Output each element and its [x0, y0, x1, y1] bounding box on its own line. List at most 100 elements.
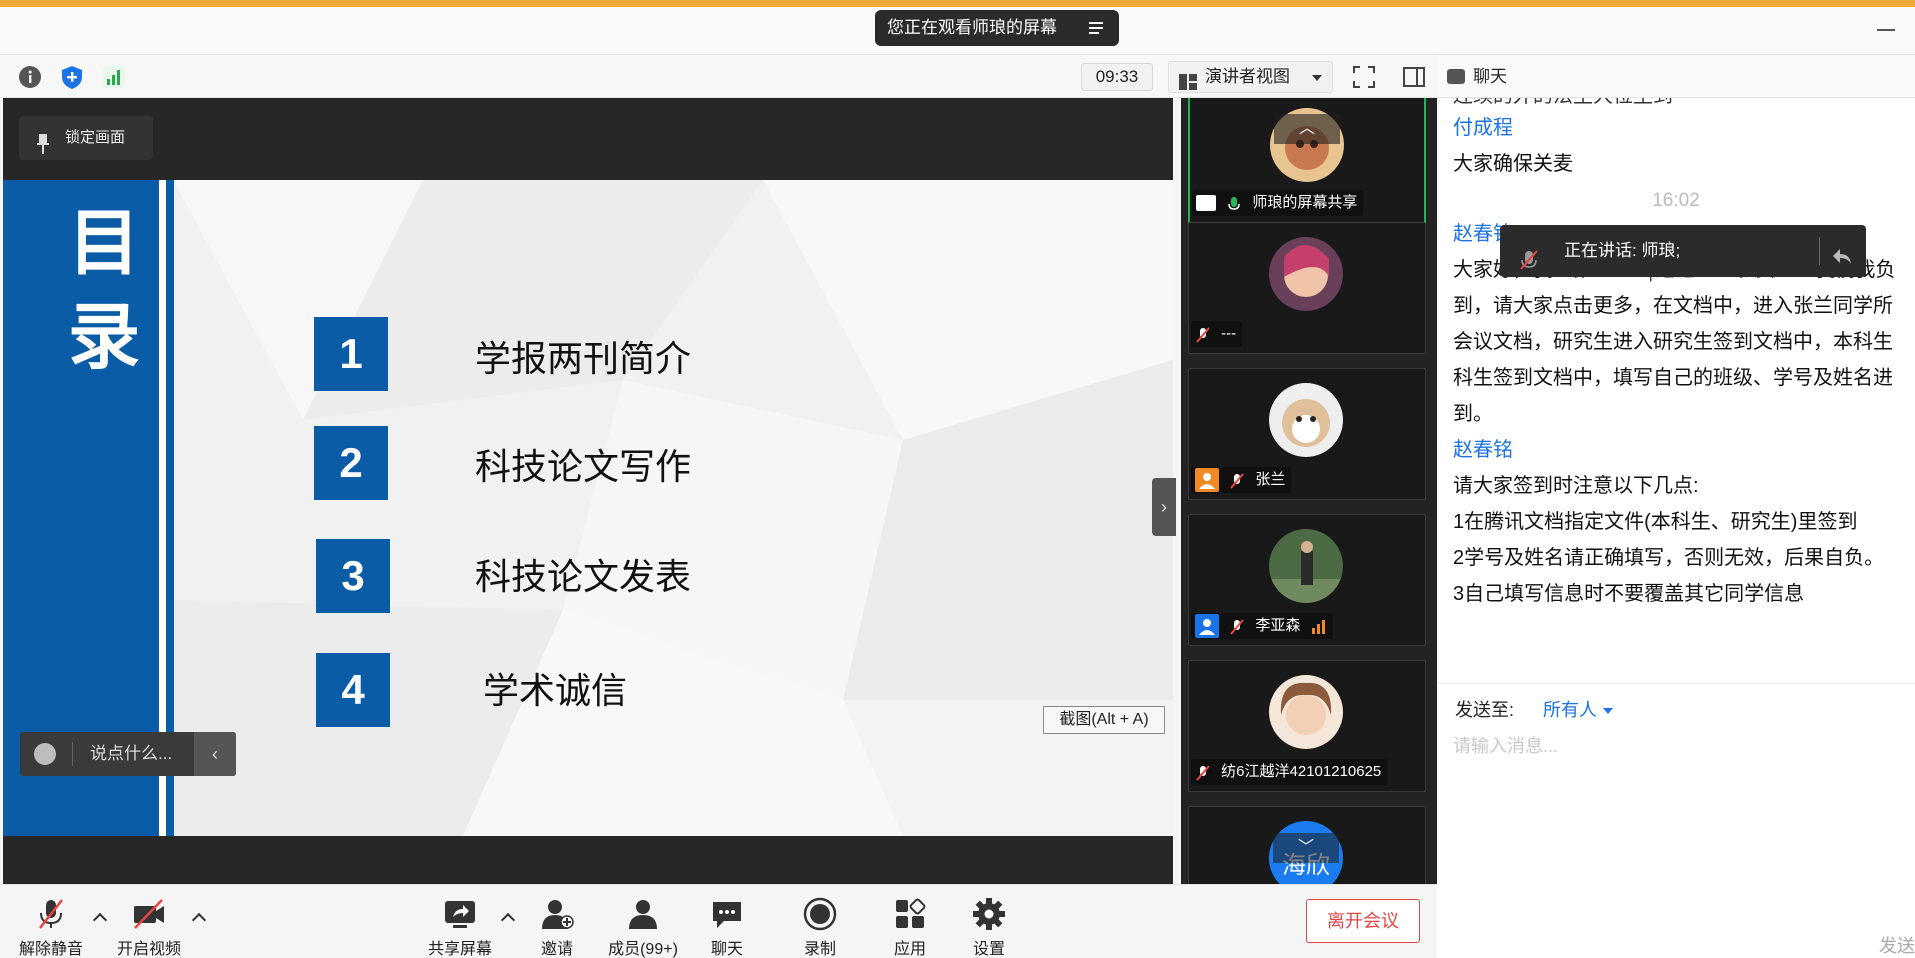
slide-title-char: 录	[67, 295, 140, 379]
invite-button[interactable]: 邀请	[530, 885, 584, 958]
minimize-icon[interactable]	[1877, 29, 1895, 31]
participant-tile[interactable]: ---	[1188, 222, 1426, 354]
unmute-label: 解除静音	[18, 941, 83, 958]
mic-on-icon	[1226, 195, 1242, 211]
lock-view-label: 锁定画面	[65, 129, 126, 146]
signal-icon	[1311, 618, 1327, 635]
chat-message-text: 1在腾讯文档指定文件(本科生、研究生)里签到	[1453, 511, 1858, 533]
chat-sender[interactable]: 赵春铭	[1453, 432, 1513, 468]
user-icon	[1195, 614, 1219, 639]
apps-label: 应用	[893, 941, 926, 958]
participant-name: 纺6江越洋42101210625	[1221, 763, 1382, 780]
participant-name: ---	[1221, 325, 1237, 342]
send-to-label: 发送至:	[1455, 700, 1515, 720]
viewing-screen-banner[interactable]: 您正在观看师琅的屏幕	[875, 10, 1119, 46]
chat-button[interactable]: 聊天	[700, 885, 754, 958]
apps-button[interactable]: 应用	[883, 885, 937, 958]
share-screen-button[interactable]: 共享屏幕	[423, 885, 497, 958]
meeting-timer: 09:33	[1081, 63, 1153, 91]
participant-name: 师琅的屏幕共享	[1252, 194, 1358, 211]
share-screen-label: 共享屏幕	[427, 941, 492, 958]
invite-label: 邀请	[540, 941, 573, 958]
leave-meeting-button[interactable]: 离开会议	[1306, 899, 1420, 943]
reply-icon[interactable]	[1830, 237, 1854, 264]
chat-messages[interactable]: 连续的外的法生大位生到 付成程 大家确保关麦 16:02 赵春铭 大家好，我…第…	[1437, 98, 1915, 683]
shared-screen-area[interactable]: 锁定画面 目 录 1 学报两刊简介 2 科技论文写作 3 科技论文发表 4 学术…	[3, 98, 1176, 884]
viewing-text: 您正在观看师琅的屏幕	[887, 18, 1057, 37]
participant-tile[interactable]: 纺6江越洋42101210625	[1188, 660, 1426, 792]
chevron-up-icon[interactable]	[500, 912, 516, 928]
collapse-gallery-button[interactable]: ›	[1152, 478, 1176, 536]
lock-view-button[interactable]: 锁定画面	[19, 116, 153, 160]
chat-title: 聊天	[1473, 67, 1507, 86]
slide-title: 目 录	[59, 196, 149, 384]
menu-icon[interactable]	[1087, 10, 1109, 46]
sidebar-toggle-icon[interactable]	[1401, 64, 1427, 90]
unmute-button[interactable]: 解除静音	[14, 885, 88, 958]
chevron-down-icon[interactable]: ﹀	[1273, 833, 1339, 863]
send-button[interactable]: 发送	[1879, 932, 1915, 958]
toc-item: 科技论文发表	[475, 557, 692, 598]
chevron-left-icon[interactable]: ‹	[194, 732, 236, 776]
screen-share-icon	[1196, 195, 1216, 212]
chat-message-input[interactable]: 请输入消息...	[1453, 732, 1558, 758]
participant-name: 张兰	[1255, 471, 1286, 488]
video-off-icon	[132, 897, 166, 931]
chat-message-text: 3自己填写信息时不要覆盖其它同学信息	[1453, 583, 1805, 605]
members-button[interactable]: 成员(99+)	[603, 885, 683, 958]
say-something-input[interactable]: 说点什么... ‹	[20, 732, 236, 776]
chevron-up-icon[interactable]	[92, 912, 108, 928]
participant-label: 张兰	[1191, 467, 1292, 493]
mic-off-icon	[1195, 764, 1211, 781]
chevron-up-icon[interactable]: ︿	[1274, 114, 1340, 144]
toc-item: 学术诚信	[483, 671, 628, 712]
chat-message-text: 2学号及姓名请正确填写，否则无效，后果自负。	[1453, 547, 1885, 569]
signal-icon[interactable]	[101, 64, 127, 90]
window-top-strip	[0, 0, 1915, 7]
chat-message-text: 请大家签到时注意以下几点:	[1453, 475, 1699, 497]
send-to-value: 所有人	[1543, 700, 1597, 720]
chevron-down-icon	[1312, 75, 1322, 81]
send-to-select[interactable]: 所有人	[1543, 696, 1613, 722]
toc-item: 科技论文写作	[475, 447, 692, 488]
mic-off-icon	[1229, 472, 1245, 489]
settings-label: 设置	[972, 941, 1005, 958]
record-button[interactable]: 录制	[793, 885, 847, 958]
layout-icon	[1179, 70, 1197, 90]
fullscreen-icon[interactable]	[1351, 64, 1377, 90]
screenshot-tooltip: 截图(Alt + A)	[1043, 706, 1165, 734]
title-bar: 您正在观看师琅的屏幕	[0, 7, 1915, 55]
members-label: 成员(99+)	[608, 941, 678, 958]
participant-tile[interactable]: ︿ 师琅的屏幕共享	[1188, 98, 1426, 224]
participant-tile[interactable]: 海欣 ﹀	[1188, 806, 1426, 884]
participant-tile[interactable]: 李亚森	[1188, 514, 1426, 646]
gear-icon	[972, 897, 1006, 931]
participant-label: 师琅的屏幕共享	[1192, 190, 1364, 216]
info-icon[interactable]	[17, 64, 43, 90]
speaking-indicator: 正在讲话: 师琅;	[1500, 225, 1866, 277]
settings-button[interactable]: 设置	[962, 885, 1016, 958]
start-video-label: 开启视频	[116, 941, 181, 958]
start-video-button[interactable]: 开启视频	[112, 885, 186, 958]
toc-number: 2	[314, 426, 388, 500]
mic-off-icon	[1229, 618, 1245, 635]
chat-sender[interactable]: 付成程	[1453, 110, 1513, 146]
divider	[72, 742, 73, 766]
shield-icon[interactable]	[59, 64, 85, 90]
toc-number: 1	[314, 317, 388, 391]
emoji-icon[interactable]	[34, 743, 56, 765]
chat-message-text: 到，请大家点击更多，在文档中，进入张兰同学所	[1453, 295, 1893, 317]
avatar	[1269, 529, 1343, 603]
chat-message-text: 科生签到文档中，填写自己的班级、学号及姓名进	[1453, 367, 1893, 389]
chevron-up-icon[interactable]	[191, 912, 207, 928]
mic-off-icon	[1518, 240, 1540, 270]
view-mode-select[interactable]: 演讲者视图	[1168, 61, 1333, 93]
chat-input-area: 发送至: 所有人 请输入消息... 发送	[1437, 683, 1915, 958]
apps-icon	[893, 897, 927, 931]
divider	[1819, 237, 1820, 265]
participant-tile[interactable]: 张兰	[1188, 368, 1426, 500]
chat-icon	[1447, 69, 1465, 84]
chat-icon	[710, 897, 744, 931]
toc-number: 4	[316, 653, 390, 727]
chat-timestamp: 16:02	[1652, 190, 1700, 211]
